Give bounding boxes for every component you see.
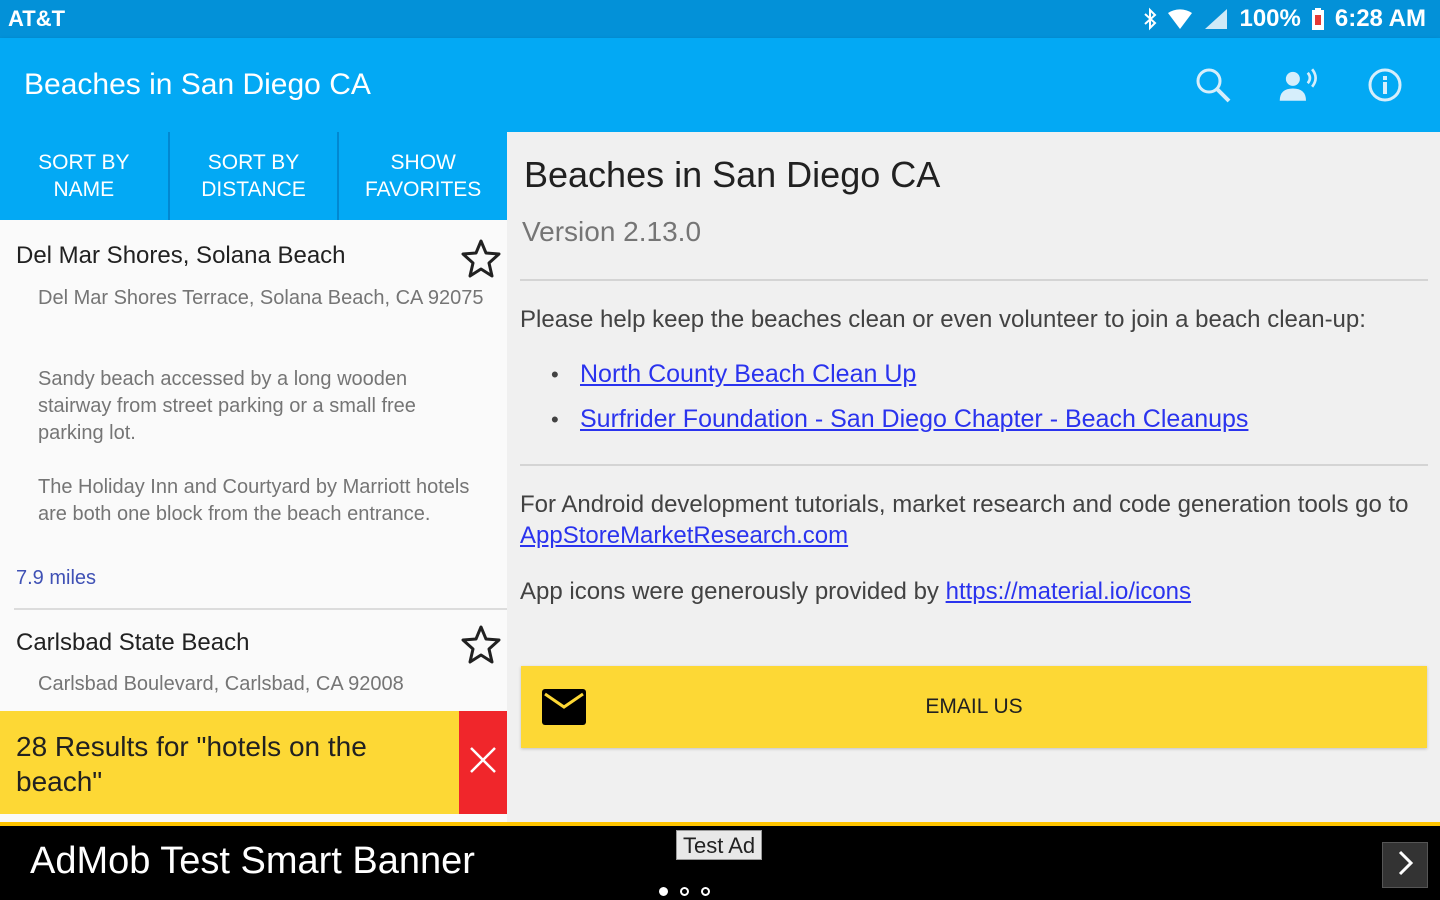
sort-tabs: SORT BY NAME SORT BY DISTANCE SHOW FAVOR… <box>0 132 507 220</box>
ad-title: AdMob Test Smart Banner <box>30 840 475 882</box>
appstore-market-research-link[interactable]: AppStoreMarketResearch.com <box>520 522 848 549</box>
carrier-label: AT&T <box>8 6 66 31</box>
close-icon <box>469 746 497 779</box>
divider <box>520 464 1428 466</box>
about-title: Beaches in San Diego CA <box>524 154 941 195</box>
search-results-banner: 28 Results for "hotels on the beach" <box>0 711 507 814</box>
beach-address: Del Mar Shores Terrace, Solana Beach, CA… <box>38 287 484 309</box>
list-divider <box>14 608 507 610</box>
north-county-cleanup-link[interactable]: North County Beach Clean Up <box>580 360 916 389</box>
ad-next-button[interactable] <box>1382 842 1428 888</box>
email-us-label: EMAIL US <box>925 695 1023 718</box>
battery-icon <box>1311 7 1325 31</box>
list-item: • North County Beach Clean Up <box>551 360 917 389</box>
status-bar: AT&T 100% 6:28 AM <box>0 0 1440 38</box>
help-text: Please help keep the beaches clean or ev… <box>520 306 1366 333</box>
about-pane: Beaches in San Diego CA Version 2.13.0 P… <box>507 132 1440 822</box>
dev-text-label: For Android development tutorials, marke… <box>520 491 1409 518</box>
cell-signal-icon <box>1203 7 1229 31</box>
sort-by-distance-tab[interactable]: SORT BY DISTANCE <box>170 132 340 220</box>
pager-dot <box>680 887 689 896</box>
clock: 6:28 AM <box>1334 5 1426 32</box>
cleanup-links: • North County Beach Clean Up • Surfrider … <box>551 360 1248 450</box>
voice-search-icon[interactable] <box>1278 64 1320 106</box>
info-icon[interactable] <box>1364 64 1406 106</box>
show-favorites-tab[interactable]: SHOW FAVORITES <box>339 132 507 220</box>
sort-by-name-tab[interactable]: SORT BY NAME <box>0 132 170 220</box>
ad-pager-dots <box>659 887 710 896</box>
app-version: Version 2.13.0 <box>522 216 702 247</box>
dev-text: For Android development tutorials, marke… <box>520 489 1435 551</box>
email-us-button[interactable]: EMAIL US <box>521 666 1427 748</box>
icons-credit-text: App icons were generously provided by ht… <box>520 578 1435 606</box>
beach-address: Carlsbad Boulevard, Carlsbad, CA 92008 <box>38 673 404 695</box>
ad-banner[interactable]: AdMob Test Smart Banner Test Ad <box>0 822 1440 900</box>
star-icon[interactable] <box>461 624 501 664</box>
divider <box>520 279 1428 281</box>
email-icon <box>541 687 587 727</box>
app-bar: Beaches in San Diego CA <box>0 38 1440 132</box>
app-title: Beaches in San Diego CA <box>24 68 371 101</box>
beach-note: The Holiday Inn and Courtyard by Marriot… <box>38 476 470 525</box>
list-item: • Surfrider Foundation - San Diego Chapte… <box>551 405 1249 434</box>
beach-name: Carlsbad State Beach <box>16 629 250 656</box>
icons-credit-label: App icons were generously provided by <box>520 578 939 605</box>
material-icons-link[interactable]: https://material.io/icons <box>946 578 1191 605</box>
beach-description: Sandy beach accessed by a long wooden st… <box>38 368 416 444</box>
wifi-icon <box>1167 7 1193 31</box>
test-ad-badge: Test Ad <box>676 830 763 860</box>
status-indicators: 100% 6:28 AM <box>1143 5 1426 33</box>
search-icon[interactable] <box>1192 64 1234 106</box>
clear-search-button[interactable] <box>459 711 507 814</box>
beach-distance: 7.9 miles <box>16 567 97 589</box>
battery-level: 100% <box>1239 5 1301 32</box>
pager-dot <box>701 887 710 896</box>
app-bar-actions <box>1192 64 1416 106</box>
surfrider-cleanup-link[interactable]: Surfrider Foundation - San Diego Chapter… <box>580 405 1248 434</box>
beach-name: Del Mar Shores, Solana Beach <box>16 242 346 269</box>
search-results-text: 28 Results for "hotels on the beach" <box>16 731 367 797</box>
pager-dot <box>659 887 668 896</box>
star-icon[interactable] <box>461 238 501 278</box>
bluetooth-icon <box>1143 7 1157 31</box>
chevron-right-icon <box>1395 849 1415 882</box>
